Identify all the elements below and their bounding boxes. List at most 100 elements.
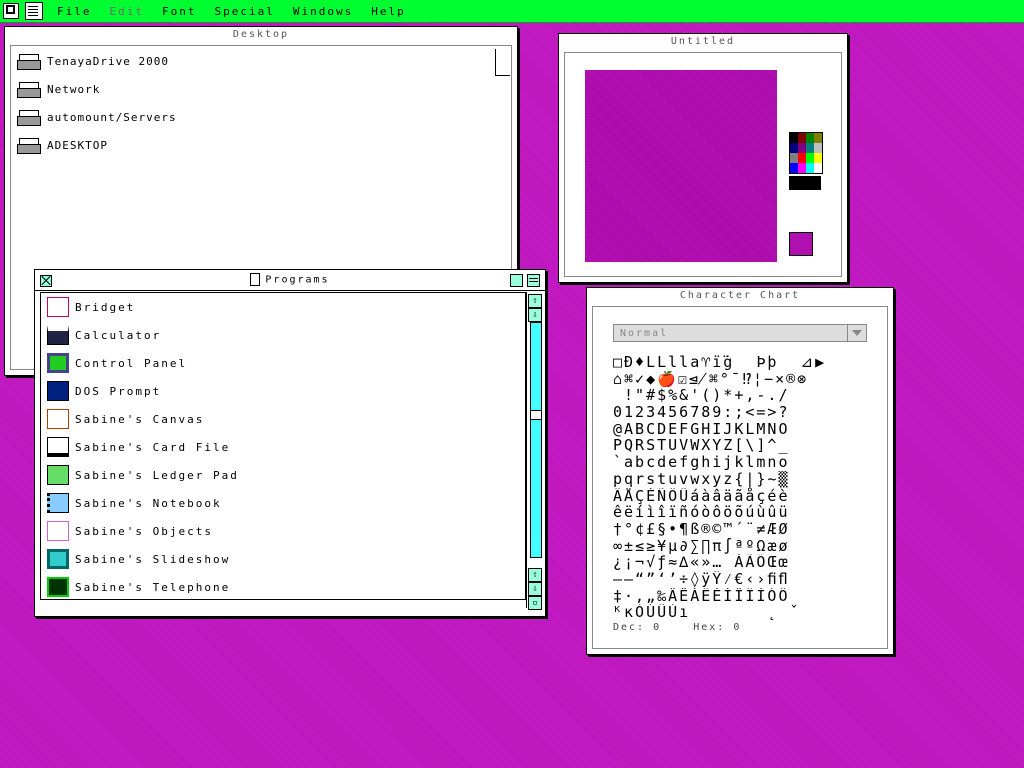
system-menu-icon[interactable] [3,3,19,19]
char-row[interactable]: pqrstuvwxyz{|}~▒ [613,471,869,488]
char-row[interactable]: ⌂⌘✓◆🍎☑⋬⌘°¯⁉¦−×®⊗ [613,371,869,388]
palette-swatch[interactable] [798,143,806,153]
char-row[interactable]: ÄÅÇÉÑÖÜáàâäãåçéè [613,488,869,505]
menu-font[interactable]: Font [162,5,197,18]
scroll-track[interactable] [530,322,542,558]
program-item[interactable]: Calculator [47,323,161,347]
notebook-icon [47,493,69,513]
scroll-thumb[interactable] [530,410,542,420]
window-menu-icon[interactable] [527,274,540,287]
char-row[interactable]: 0123456789:;<=>? [613,404,869,421]
program-item[interactable]: Sabine's Canvas [47,407,204,431]
palette-swatch[interactable] [814,163,822,173]
char-row[interactable]: □Ð♦LLlla♈ï̈ġ Þþ ⊿▶ [613,354,869,371]
objects-icon [47,521,69,541]
card-file-icon [47,437,69,457]
dos-prompt-icon [47,381,69,401]
hex-label: Hex: [693,622,726,633]
hex-value: 0 [733,622,742,633]
resize-grip-icon[interactable]: ▫ [528,596,542,610]
menu-edit[interactable]: Edit [110,5,145,18]
current-color-swatch[interactable] [789,232,813,256]
program-label: Control Panel [75,356,188,370]
char-row[interactable]: †°¢£§•¶ß®©™´¨≠ÆØ [613,521,869,538]
drive-item[interactable]: Network [17,79,100,99]
palette-swatch[interactable] [806,163,814,173]
drive-item[interactable]: ADESKTOP [17,135,108,155]
program-item[interactable]: DOS Prompt [47,379,161,403]
desktop-scrollbar[interactable] [495,49,510,76]
menu-bar: File Edit Font Special Windows Help [0,0,1024,23]
vertical-scrollbar[interactable]: ⇧ ⇩ ⇧ ⇩ ▫ [526,292,542,610]
program-item[interactable]: Bridget [47,295,135,319]
drive-label: Network [47,82,101,96]
character-chart-title[interactable]: Character Chart [587,290,893,301]
char-row[interactable]: `abcdefghijklmno [613,454,869,471]
char-row[interactable]: PQRSTUVWXYZ[\]^_ [613,437,869,454]
program-item[interactable]: Sabine's Card File [47,435,230,459]
hard-drive-icon [17,110,41,126]
menu-help[interactable]: Help [371,5,406,18]
char-code-readout: Dec: 0 Hex: 0 [613,622,741,633]
drive-item[interactable]: automount/Servers [17,107,177,127]
control-panel-icon [47,353,69,373]
program-label: Sabine's Ledger Pad [75,468,239,482]
char-row[interactable]: ¿¡¬√ƒ≈∆«»… ÀÃÕŒœ [613,554,869,571]
scroll-down-icon[interactable]: ⇩ [528,308,542,322]
char-row[interactable]: ‡·‚„‰ÂÊÁËÈÍÎÏÌÓÔ [613,588,869,605]
palette-swatch[interactable] [814,143,822,153]
black-color-swatch[interactable] [789,176,821,190]
font-style-dropdown[interactable]: Normal [613,324,867,342]
program-item[interactable]: Sabine's Telephone [47,575,230,599]
char-row[interactable]: !"#$%&'()*+,-./ [613,387,869,404]
menu-special[interactable]: Special [215,5,275,18]
palette-swatch[interactable] [790,143,798,153]
scroll-down-icon[interactable]: ⇩ [528,582,542,596]
palette-swatch[interactable] [806,133,814,143]
zoom-icon[interactable] [510,274,523,287]
char-row[interactable]: ᴷĸÒÚÛÙı ˛ ˇ [613,604,869,621]
char-row[interactable]: êëíìîïñóòôöõúùûü [613,504,869,521]
palette-swatch[interactable] [814,133,822,143]
untitled-window-title[interactable]: Untitled [559,36,847,47]
palette-swatch[interactable] [814,153,822,163]
program-item[interactable]: Sabine's Slideshow [47,547,230,571]
menu-windows[interactable]: Windows [293,5,353,18]
program-label: Bridget [75,300,136,314]
palette-swatch[interactable] [790,153,798,163]
scroll-up-icon[interactable]: ⇧ [528,568,542,582]
font-style-value: Normal [620,327,669,339]
palette-swatch[interactable] [798,153,806,163]
horizontal-scrollbar[interactable] [40,599,525,612]
telephone-icon [47,577,69,597]
program-label: Calculator [75,328,162,342]
program-label: Sabine's Objects [75,524,213,538]
palette-swatch[interactable] [798,163,806,173]
drive-item[interactable]: TenayaDrive 2000 [17,51,169,71]
chevron-down-icon[interactable] [847,325,866,341]
program-item[interactable]: Sabine's Ledger Pad [47,463,239,487]
program-item[interactable]: Sabine's Notebook [47,491,222,515]
notepad-app-icon[interactable] [25,2,43,20]
programs-titlebar[interactable]: Programs [35,270,545,291]
color-palette[interactable] [789,132,823,174]
desktop-window-title[interactable]: Desktop [5,29,517,40]
programs-list: Bridget Calculator Control Panel DOS Prompt… [40,292,526,600]
menu-file[interactable]: File [57,5,92,18]
scroll-up-icon[interactable]: ⇧ [528,294,542,308]
palette-swatch[interactable] [790,163,798,173]
palette-swatch[interactable] [798,133,806,143]
char-row[interactable]: ∞±≤≥¥µ∂∑∏π∫ªºΩæø [613,538,869,555]
palette-swatch[interactable] [806,153,814,163]
char-row[interactable]: @ABCDEFGHIJKLMNO [613,421,869,438]
drawing-canvas[interactable] [585,70,777,262]
palette-swatch[interactable] [806,143,814,153]
canvas-easel-icon [47,409,69,429]
char-row[interactable]: –—“”‘’÷◊ÿŸ⁄€‹›ﬁﬂ [613,571,869,588]
program-item[interactable]: Control Panel [47,351,187,375]
program-item[interactable]: Sabine's Objects [47,519,213,543]
drive-label: TenayaDrive 2000 [47,54,169,68]
slideshow-icon [47,549,69,569]
character-grid[interactable]: □Ð♦LLlla♈ï̈ġ Þþ ⊿▶ ⌂⌘✓◆🍎☑⋬⌘°¯⁉¦−×®⊗ !"#$%… [613,354,869,621]
palette-swatch[interactable] [790,133,798,143]
